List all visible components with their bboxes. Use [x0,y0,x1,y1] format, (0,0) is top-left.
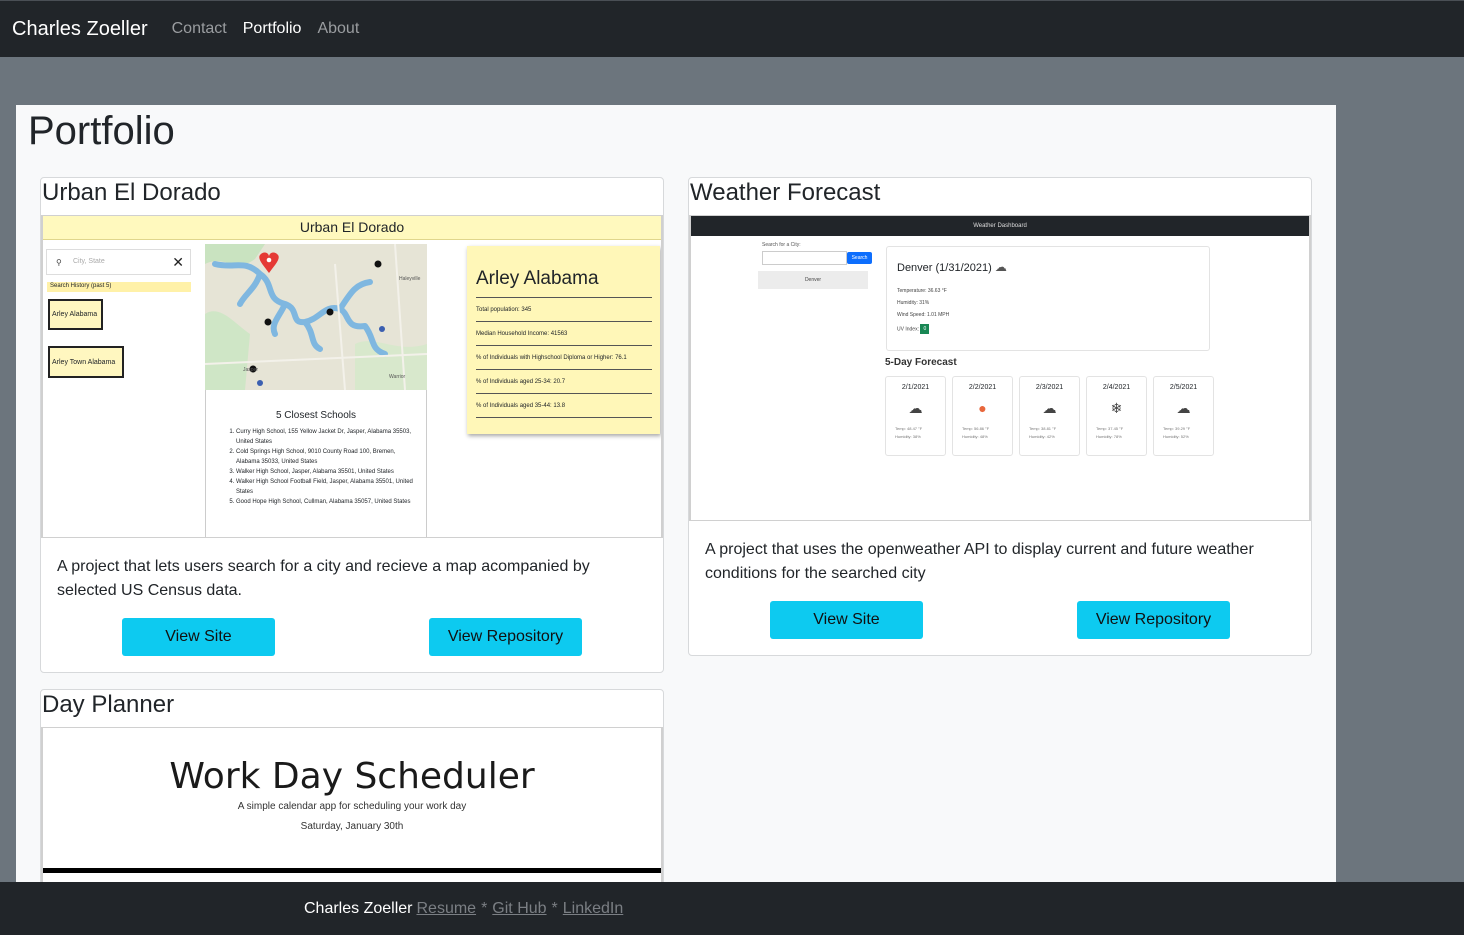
note-line: Total population: 345 [476,298,652,322]
history-city: Denver [758,271,868,289]
forecast-humidity: Humidity: 48% [962,434,988,439]
view-site-button[interactable]: View Site [770,601,923,639]
page-title: Portfolio [28,109,175,153]
screenshot-search-button: Search [847,252,872,264]
forecast-title: 5-Day Forecast [885,357,957,368]
project-screenshot[interactable]: Urban El Dorado ⚲ City, State ✕ Search H… [41,215,663,538]
footer-link-linkedin[interactable]: LinkedIn [563,900,624,918]
forecast-date: 2/2/2021 [968,384,997,391]
navbar-brand[interactable]: Charles Zoeller [12,18,148,41]
footer-separator: * [481,899,488,917]
view-site-button[interactable]: View Site [122,618,275,656]
search-label: Search for a City: [762,242,801,248]
search-icon: ⚲ [56,258,62,267]
schools-panel: 5 Closest Schools Curry High School, 155… [205,390,427,537]
forecast-day: 2/5/2021 ☁ Temp: 39.29 °F Humidity: 52% [1153,376,1214,456]
main-container: Portfolio Urban El Dorado Urban El Dorad… [16,105,1336,895]
map-label: Haleyville [399,276,421,282]
forecast-date: 2/1/2021 [901,384,930,391]
footer-name: Charles Zoeller [304,899,413,917]
forecast-day: 2/3/2021 ☁ Temp: 38.81 °F Humidity: 42% [1019,376,1080,456]
footer-link-github[interactable]: Git Hub [492,900,546,918]
navbar: Charles Zoeller Contact Portfolio About [0,0,1464,57]
census-note: Arley Alabama Total population: 345 Medi… [467,246,660,434]
planner-date: Saturday, January 30th [300,821,404,832]
school-item: Walker High School Football Field, Jaspe… [236,477,414,497]
project-card-weather-forecast: Weather Forecast Weather Dashboard Searc… [688,177,1312,656]
school-item: Cold Springs High School, 9010 County Ro… [236,447,414,467]
forecast-date: 2/5/2021 [1169,384,1198,391]
forecast-humidity: Humidity: 52% [1163,434,1189,439]
schools-title: 5 Closest Schools [275,410,357,421]
map-graphic [204,243,428,391]
school-item: Walker High School, Jasper, Alabama 3550… [236,467,414,477]
forecast-temp: Temp: 38.81 °F [1029,426,1057,431]
forecast-temp: Temp: 39.29 °F [1163,426,1191,431]
forecast-temp: Temp: 56.86 °F [962,426,990,431]
uv-badge: 0 [920,324,930,334]
footer-separator: * [551,899,558,917]
forecast-day: 2/1/2021 ☁ Temp: 48.47 °F Humidity: 38% [885,376,946,456]
card-title: Weather Forecast [690,179,881,206]
card-description: A project that lets users search for a c… [57,558,590,599]
forecast-date: 2/4/2021 [1102,384,1131,391]
snow-icon: ❄ [1110,400,1123,416]
forecast-humidity: Humidity: 78% [1096,434,1122,439]
screenshot-header: Urban El Dorado [43,216,661,240]
screenshot-header: Weather Dashboard [691,216,1309,236]
wind-speed: Wind Speed: 1.01 MPH [897,312,950,318]
note-line: Median Household Income: 41563 [476,322,652,346]
map-image: Haleyville Jasper Warrior [204,243,428,391]
screenshot-search-input: ⚲ City, State ✕ [46,249,191,275]
planner-subtitle: A simple calendar app for scheduling you… [237,801,467,812]
footer: Charles Zoeller Resume * Git Hub * Linke… [0,882,1464,935]
nav-link-contact[interactable]: Contact [172,20,227,38]
school-item: Good Hope High School, Cullman, Alabama … [236,497,414,507]
project-card-urban-el-dorado: Urban El Dorado Urban El Dorado ⚲ City, … [40,177,664,673]
current-weather: Denver (1/31/2021) ☁ Temperature: 36.63 … [886,246,1210,351]
sun-icon: ● [978,400,987,416]
forecast-humidity: Humidity: 42% [1029,434,1055,439]
schools-list: Curry High School, 155 Yellow Jacket Dr,… [236,427,426,507]
search-history-label: Search History (past 5) [47,282,191,292]
screenshot-search-input [762,251,847,265]
cloud-icon: ☁ [908,400,923,416]
history-item: Arley Alabama [48,299,103,330]
forecast-day: 2/4/2021 ❄ Temp: 37.45 °F Humidity: 78% [1086,376,1147,456]
divider [43,868,661,873]
note-title: Arley Alabama [476,268,652,298]
project-screenshot[interactable]: Work Day Scheduler A simple calendar app… [41,727,663,895]
history-item: Arley Town Alabama [48,346,124,378]
school-item: Curry High School, 155 Yellow Jacket Dr,… [236,427,414,447]
card-description: A project that uses the openweather API … [705,541,1254,582]
nav-link-about[interactable]: About [317,20,359,38]
current-title: Denver (1/31/2021) [897,262,992,274]
note-line: % of Individuals aged 25-34: 20.7 [476,370,652,394]
forecast-humidity: Humidity: 38% [895,434,921,439]
map-label: Jasper [243,367,259,373]
forecast-day: 2/2/2021 ● Temp: 56.86 °F Humidity: 48% [952,376,1013,456]
cloud-icon: ☁ [1176,400,1191,416]
forecast-date: 2/3/2021 [1035,384,1064,391]
cloud-icon: ☁ [994,260,1007,274]
map-label: Warrior [389,374,406,380]
humidity: Humidity: 31% [897,300,930,306]
view-repository-button[interactable]: View Repository [1077,601,1230,639]
project-card-day-planner: Day Planner Work Day Scheduler A simple … [40,689,664,895]
close-icon: ✕ [172,254,184,270]
card-title: Urban El Dorado [42,179,221,206]
card-title: Day Planner [42,691,175,718]
cloud-icon: ☁ [1042,400,1057,416]
uv-label: UV Index: [897,326,919,333]
nav-link-portfolio[interactable]: Portfolio [243,20,302,38]
footer-link-resume[interactable]: Resume [416,900,476,918]
note-line: % of Individuals with Highschool Diploma… [476,346,652,370]
view-repository-button[interactable]: View Repository [429,618,582,656]
planner-title: Work Day Scheduler [169,756,535,797]
forecast-temp: Temp: 37.45 °F [1096,426,1124,431]
note-line: % of Individuals aged 35-44: 13.8 [476,394,652,418]
project-screenshot[interactable]: Weather Dashboard Search for a City: Sea… [689,215,1311,521]
forecast-temp: Temp: 48.47 °F [895,426,923,431]
temperature: Temperature: 36.63 °F [897,288,947,294]
